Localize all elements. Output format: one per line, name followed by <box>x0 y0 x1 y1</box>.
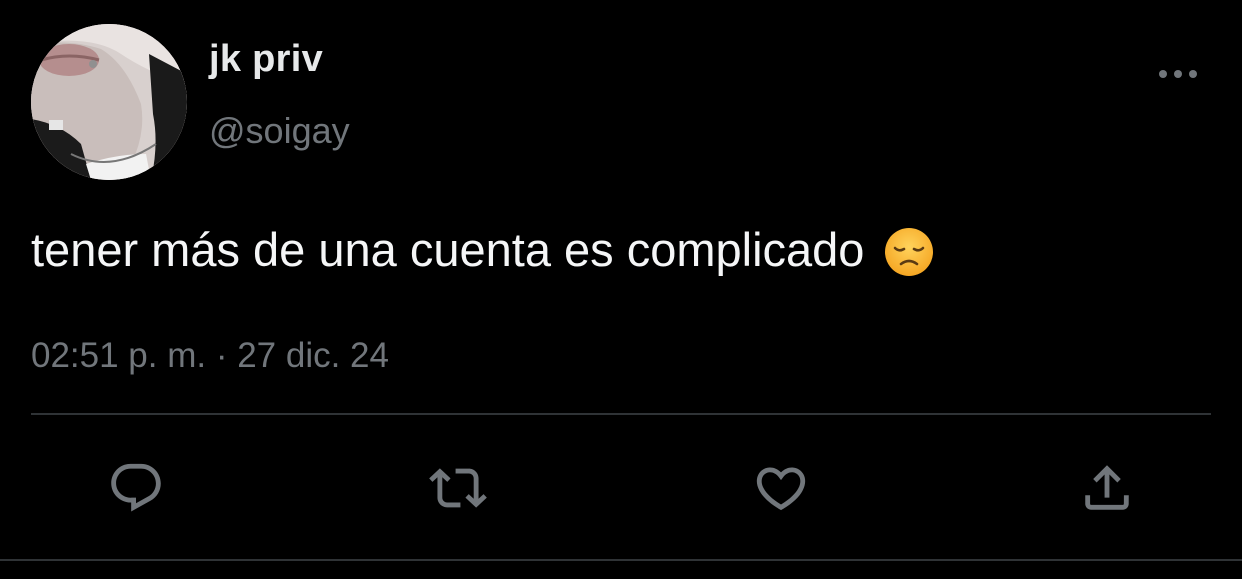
user-handle[interactable]: @soigay <box>209 110 350 152</box>
reply-button[interactable] <box>106 458 166 518</box>
avatar-photo <box>31 24 187 180</box>
more-options-button[interactable] <box>1156 60 1200 88</box>
timestamp[interactable]: 02:51 p. m. · 27 dic. 24 <box>31 336 389 376</box>
disappointed-face-emoji <box>884 227 934 277</box>
retweet-icon <box>429 468 487 508</box>
bottom-divider <box>0 559 1242 561</box>
heart-icon <box>756 467 806 511</box>
retweet-button[interactable] <box>428 458 488 518</box>
reply-icon <box>111 463 161 512</box>
display-name[interactable]: jk priv <box>209 38 323 81</box>
share-button[interactable] <box>1077 458 1137 518</box>
like-button[interactable] <box>751 458 811 518</box>
share-icon <box>1085 465 1129 510</box>
tweet-text: tener más de una cuenta es complicado <box>31 223 865 276</box>
tweet-card: jk priv @soigay tener más de una cuenta … <box>0 0 1242 579</box>
tweet-text-block: tener más de una cuenta es complicado <box>31 222 934 277</box>
divider <box>31 413 1211 415</box>
avatar[interactable] <box>31 24 187 180</box>
more-options-icon <box>1159 70 1197 78</box>
